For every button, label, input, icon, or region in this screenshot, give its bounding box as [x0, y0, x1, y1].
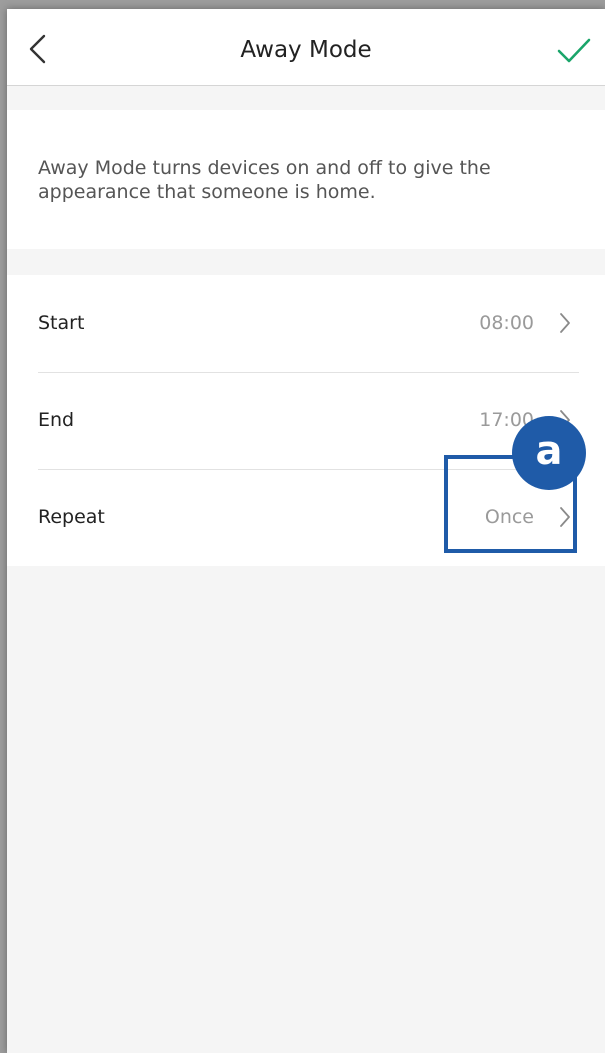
end-label: End [38, 409, 75, 431]
start-value: 08:00 [479, 312, 534, 334]
description-card: Away Mode turns devices on and off to gi… [7, 110, 605, 249]
repeat-label: Repeat [38, 506, 105, 528]
start-label: Start [38, 312, 85, 334]
checkmark-icon[interactable] [557, 37, 591, 65]
chevron-right-icon [560, 313, 570, 333]
description-text: Away Mode turns devices on and off to gi… [38, 157, 491, 203]
annotation-badge: a [512, 416, 586, 490]
nav-header: Away Mode [7, 9, 605, 86]
page-title: Away Mode [240, 37, 372, 63]
start-time-row[interactable]: Start 08:00 [7, 275, 605, 372]
